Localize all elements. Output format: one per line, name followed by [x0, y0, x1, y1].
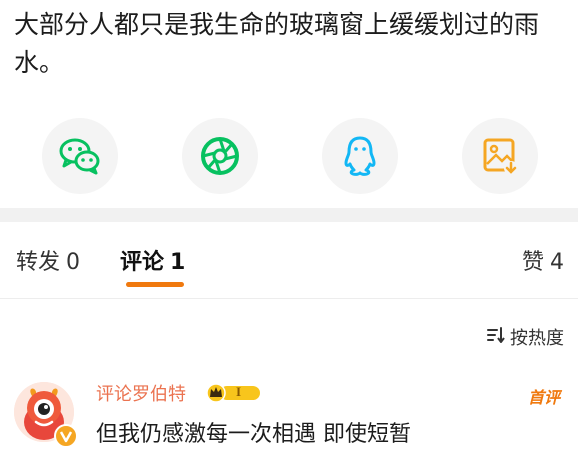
- sort-button[interactable]: 按热度: [486, 324, 564, 350]
- share-qq-button[interactable]: [322, 118, 398, 194]
- comment-username[interactable]: 评论罗伯特: [96, 380, 186, 406]
- comment-item: 评论罗伯特 I 首评 但我仍感激每一次相遇 即使短暂: [0, 378, 578, 463]
- wechat-icon: [58, 136, 102, 176]
- member-badge[interactable]: I: [206, 383, 262, 403]
- tab-repost-label: 转发: [16, 250, 61, 275]
- active-tab-indicator: [126, 282, 184, 287]
- tab-comment-count: 1: [170, 250, 186, 275]
- verified-icon: [54, 424, 78, 448]
- first-comment-badge: 首评: [527, 388, 560, 407]
- sort-icon: [486, 326, 506, 349]
- tab-comment-label: 评论: [120, 250, 165, 275]
- tab-comment[interactable]: 评论 1: [120, 244, 185, 276]
- tab-like[interactable]: 赞4: [522, 244, 564, 276]
- post-text: 大部分人都只是我生命的玻璃窗上缓缓划过的雨水。: [14, 10, 540, 77]
- sort-label: 按热度: [510, 328, 564, 349]
- save-image-icon: [480, 135, 520, 177]
- tab-like-label: 赞: [521, 250, 544, 275]
- save-image-button[interactable]: [462, 118, 538, 194]
- section-divider: [0, 208, 578, 222]
- share-wechat-button[interactable]: [42, 118, 118, 194]
- qq-icon: [340, 134, 380, 178]
- share-moments-button[interactable]: [182, 118, 258, 194]
- comment-text: 但我仍感激每一次相遇 即使短暂: [96, 422, 411, 447]
- interaction-tabs: 转发 0 评论 1 赞4: [0, 222, 578, 299]
- tab-repost-count: 0: [66, 250, 81, 275]
- share-row: [0, 118, 578, 198]
- tab-like-count: 4: [550, 250, 564, 275]
- member-badge-level: I: [236, 384, 242, 399]
- moments-icon: [198, 134, 242, 178]
- tab-repost[interactable]: 转发 0: [16, 244, 80, 276]
